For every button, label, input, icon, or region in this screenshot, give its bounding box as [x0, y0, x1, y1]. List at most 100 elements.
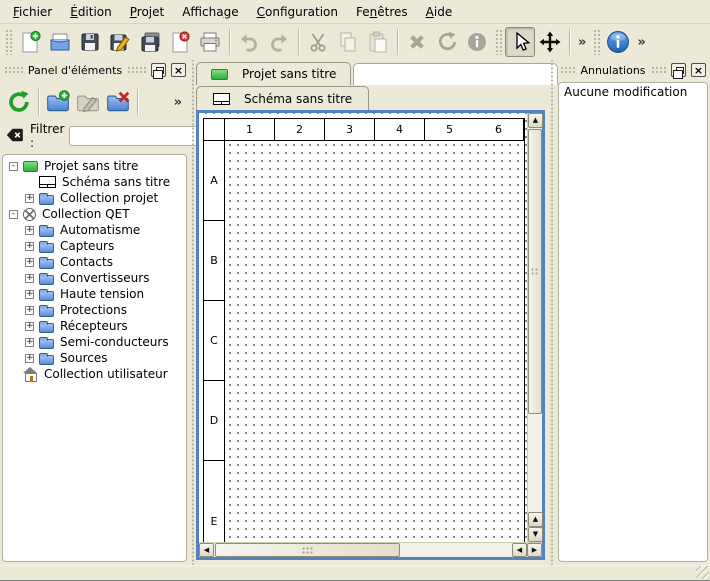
- toolbar-drag-handle[interactable]: [495, 29, 502, 55]
- menu-item-label-rest: rojet: [137, 5, 164, 19]
- vertical-scrollbar-track[interactable]: [528, 414, 542, 512]
- undo-history-item[interactable]: Aucune modification: [560, 84, 706, 100]
- scroll-down-button[interactable]: ▼: [528, 527, 543, 542]
- tree-expander[interactable]: [25, 354, 34, 363]
- tree-expander[interactable]: [25, 306, 34, 315]
- menu-item-label-rest: êtres: [377, 5, 407, 19]
- tree-item-label: Convertisseurs: [60, 271, 149, 285]
- menu-item[interactable]: Fichier: [4, 2, 61, 22]
- dock-close-button[interactable]: ×: [691, 63, 706, 77]
- toolbar-drag-handle[interactable]: [5, 29, 12, 55]
- tree-item[interactable]: Capteurs: [3, 238, 186, 254]
- tree-item[interactable]: Haute tension: [3, 286, 186, 302]
- toolbar-drag-handle[interactable]: [593, 29, 600, 55]
- tree-item[interactable]: Collection QET: [3, 206, 186, 222]
- toolbar-separator: [137, 89, 138, 115]
- tree-item[interactable]: Schéma sans titre: [3, 174, 186, 190]
- redo-button[interactable]: [264, 27, 294, 57]
- menu-item[interactable]: Affichage: [173, 2, 247, 22]
- edit-category-button[interactable]: [73, 86, 103, 118]
- new-category-button[interactable]: [43, 86, 73, 118]
- tree-item[interactable]: Collection utilisateur: [3, 366, 186, 382]
- print-button[interactable]: [195, 27, 225, 57]
- menu-item[interactable]: Édition: [61, 2, 121, 22]
- tree-item[interactable]: Convertisseurs: [3, 270, 186, 286]
- tree-item[interactable]: Collection projet: [3, 190, 186, 206]
- menu-item[interactable]: Configuration: [248, 2, 347, 22]
- delete-category-button[interactable]: [103, 86, 133, 118]
- undo-history-list[interactable]: Aucune modification: [558, 82, 708, 562]
- tree-item-label: Récepteurs: [60, 319, 128, 333]
- tree-expander[interactable]: [25, 338, 34, 347]
- delete-button[interactable]: [402, 27, 432, 57]
- tree-expander[interactable]: [25, 226, 34, 235]
- menu-item[interactable]: Projet: [121, 2, 173, 22]
- menu-item[interactable]: Fenêtres: [347, 2, 417, 22]
- undo-button[interactable]: [234, 27, 264, 57]
- save-as-button[interactable]: [105, 27, 135, 57]
- save-all-button[interactable]: [135, 27, 165, 57]
- tree-expander[interactable]: [25, 274, 34, 283]
- left-splitter[interactable]: [189, 60, 196, 565]
- scroll-left-button-right[interactable]: ◀: [512, 543, 527, 557]
- tree-item[interactable]: Protections: [3, 302, 186, 318]
- elements-tree[interactable]: Projet sans titre Schéma sans titre Coll…: [2, 154, 187, 562]
- tree-expander[interactable]: [25, 322, 34, 331]
- dock-float-button[interactable]: [151, 63, 166, 77]
- close-document-button[interactable]: [165, 27, 195, 57]
- tree-expander[interactable]: [25, 242, 34, 251]
- tree-expander[interactable]: [25, 290, 34, 299]
- tree-item-icon: [39, 227, 54, 237]
- rotate-button[interactable]: [432, 27, 462, 57]
- scroll-right-button[interactable]: ▶: [527, 543, 542, 557]
- open-document-button[interactable]: [45, 27, 75, 57]
- save-all-icon: [138, 30, 162, 54]
- right-splitter[interactable]: [548, 60, 555, 565]
- tree-expander[interactable]: [9, 162, 18, 171]
- select-tool-button[interactable]: [505, 27, 535, 57]
- undo-panel-titlebar[interactable]: Annulations ×: [560, 62, 706, 78]
- scroll-left-button[interactable]: ◀: [199, 543, 214, 557]
- horizontal-scrollbar[interactable]: ◀ ◀ ▶: [199, 542, 542, 557]
- panel-toolbar-overflow-button[interactable]: »: [170, 95, 186, 110]
- dock-float-button[interactable]: [671, 63, 686, 77]
- vertical-scrollbar-thumb[interactable]: [528, 129, 542, 414]
- project-tab[interactable]: Projet sans titre: [196, 62, 351, 85]
- toolbar-overflow-button[interactable]: »: [633, 35, 649, 50]
- tree-expander[interactable]: [25, 258, 34, 267]
- save-button[interactable]: [75, 27, 105, 57]
- dock-close-button[interactable]: ×: [171, 63, 186, 77]
- vertical-scrollbar[interactable]: ▲ ▲ ▼: [527, 113, 542, 542]
- tree-item[interactable]: Semi-conducteurs: [3, 334, 186, 350]
- menu-item[interactable]: Aide: [417, 2, 462, 22]
- tree-item[interactable]: Contacts: [3, 254, 186, 270]
- schema-tab[interactable]: Schéma sans titre: [196, 86, 369, 110]
- tree-expander[interactable]: [9, 210, 18, 219]
- tree-item[interactable]: Projet sans titre: [3, 158, 186, 174]
- paste-icon: [366, 30, 390, 54]
- move-tool-button[interactable]: [535, 27, 565, 57]
- new-document-button[interactable]: [15, 27, 45, 57]
- clear-filter-icon[interactable]: [5, 125, 25, 148]
- copy-button[interactable]: [333, 27, 363, 57]
- element-info-button[interactable]: [462, 27, 492, 57]
- schema-icon: [213, 93, 230, 105]
- scroll-up-button-bottom[interactable]: ▲: [528, 512, 543, 527]
- tree-item[interactable]: Récepteurs: [3, 318, 186, 334]
- horizontal-scrollbar-track[interactable]: [400, 543, 512, 557]
- reload-collections-button[interactable]: [4, 86, 34, 118]
- toolbar-overflow-button[interactable]: »: [574, 35, 590, 50]
- tree-expander[interactable]: [25, 194, 34, 203]
- diagram-canvas[interactable]: 123456 ABCDE: [199, 113, 527, 542]
- elements-panel-titlebar[interactable]: Panel d'éléments ×: [4, 62, 186, 78]
- tree-item[interactable]: Automatisme: [3, 222, 186, 238]
- horizontal-scrollbar-thumb[interactable]: [215, 543, 400, 557]
- tree-item[interactable]: Sources: [3, 350, 186, 366]
- scroll-up-button[interactable]: ▲: [528, 113, 543, 128]
- resize-grip[interactable]: [696, 566, 709, 579]
- paste-button[interactable]: [363, 27, 393, 57]
- column-header-cell: 2: [275, 119, 325, 140]
- cut-button[interactable]: [303, 27, 333, 57]
- toolbar-separator: [569, 29, 570, 55]
- about-button[interactable]: [603, 27, 633, 57]
